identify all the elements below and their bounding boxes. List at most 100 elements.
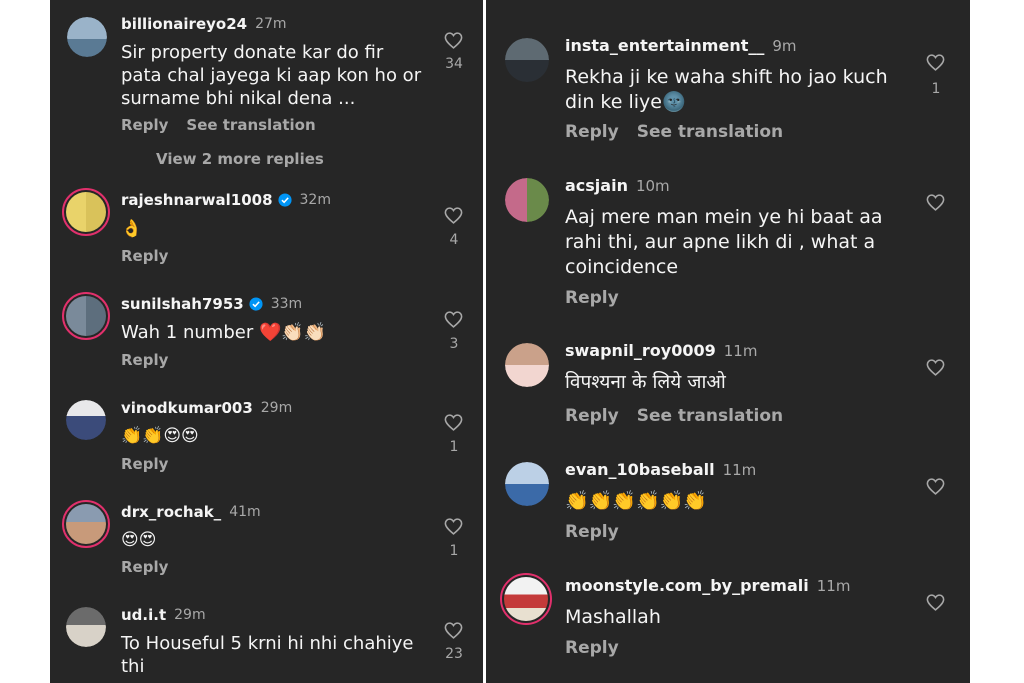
reply-button[interactable]: Reply [121, 558, 168, 576]
username[interactable]: insta_entertainment__ [565, 36, 764, 55]
comment-header: insta_entertainment__ 9m [565, 36, 797, 55]
like-count: 3 [449, 336, 459, 352]
comment-text: Mashallah [565, 606, 661, 628]
comment-text: To Houseful 5 krni hi nhi chahiye thi [121, 633, 414, 677]
like-count: 1 [449, 439, 459, 455]
comment-header: billionaireyo24 27m [121, 15, 287, 33]
reply-button[interactable]: Reply [121, 351, 168, 369]
like-count: 1 [931, 81, 941, 97]
comment-actions: Reply [121, 558, 168, 576]
comments-panel-left: billionaireyo24 27m Sir property donate … [50, 0, 483, 683]
timestamp: 33m [270, 296, 303, 312]
timestamp: 9m [772, 36, 797, 55]
avatar[interactable] [66, 607, 106, 647]
heart-outline-icon[interactable] [926, 594, 945, 611]
comment-header: vinodkumar003 29m [121, 399, 292, 417]
avatar[interactable] [505, 343, 549, 387]
comment-actions: Reply [121, 247, 168, 265]
heart-outline-icon[interactable] [444, 622, 463, 639]
reply-button[interactable]: Reply [121, 247, 168, 265]
verified-badge-icon [249, 297, 263, 311]
timestamp: 11m [816, 576, 851, 595]
comment-actions: Reply [565, 522, 619, 542]
comment-actions: Reply See translation [121, 116, 316, 134]
comment-actions: Reply See translation [565, 122, 783, 142]
username[interactable]: billionaireyo24 [121, 15, 247, 33]
see-translation-button[interactable]: See translation [637, 122, 783, 142]
comment-text: Aaj mere man mein ye hi baat aa rahi thi… [565, 206, 883, 278]
comment-actions: Reply [121, 455, 168, 473]
timestamp: 11m [723, 341, 758, 360]
comment-text: 👌 [121, 219, 143, 239]
see-translation-button[interactable]: See translation [637, 406, 783, 426]
username[interactable]: ud.i.t [121, 606, 166, 624]
username[interactable]: moonstyle.com_by_premali [565, 576, 809, 595]
username[interactable]: swapnil_roy0009 [565, 341, 716, 360]
avatar[interactable] [505, 38, 549, 82]
username[interactable]: drx_rochak_ [121, 503, 221, 521]
username[interactable]: acsjain [565, 176, 628, 195]
heart-outline-icon[interactable] [926, 194, 945, 211]
comment-header: moonstyle.com_by_premali 11m [565, 576, 850, 595]
heart-outline-icon[interactable] [444, 32, 463, 49]
comment-actions: Reply [121, 351, 168, 369]
like-count: 23 [445, 646, 463, 662]
heart-outline-icon[interactable] [926, 54, 945, 71]
username[interactable]: rajeshnarwal1008 [121, 191, 273, 209]
timestamp: 11m [722, 460, 757, 479]
heart-outline-icon[interactable] [926, 478, 945, 495]
heart-outline-icon[interactable] [444, 414, 463, 431]
comments-panel-right: insta_entertainment__ 9m Rekha ji ke wah… [486, 0, 970, 683]
timestamp: 27m [255, 16, 287, 32]
comment-text: विपश्यना के लिये जाओ [565, 371, 726, 393]
comment-actions: Reply [565, 638, 619, 658]
reply-button[interactable]: Reply [121, 455, 168, 473]
username[interactable]: evan_10baseball [565, 460, 715, 479]
comment-header: acsjain 10m [565, 176, 670, 195]
reply-button[interactable]: Reply [565, 122, 619, 142]
comment-text: Rekha ji ke waha shift ho jao kuch din k… [565, 66, 888, 113]
avatar[interactable] [66, 400, 106, 440]
comment-text: 👏👏😍😍 [121, 426, 199, 446]
comment-header: evan_10baseball 11m [565, 460, 756, 479]
avatar[interactable] [62, 292, 110, 340]
heart-outline-icon[interactable] [926, 359, 945, 376]
comment-text: Sir property donate kar do fir pata chal… [121, 42, 422, 109]
comment-actions: Reply [565, 288, 619, 308]
avatar[interactable] [62, 188, 110, 236]
comment-actions: Reply See translation [565, 406, 783, 426]
avatar[interactable] [500, 573, 552, 625]
like-count: 34 [445, 56, 463, 72]
like-count: 4 [449, 232, 459, 248]
heart-outline-icon[interactable] [444, 518, 463, 535]
timestamp: 32m [299, 192, 331, 208]
comment-text: Wah 1 number ❤️👏🏻👏🏻 [121, 322, 327, 343]
comment-header: drx_rochak_ 41m [121, 503, 261, 521]
comment-header: swapnil_roy0009 11m [565, 341, 757, 360]
comment-header: rajeshnarwal1008 32m [121, 191, 331, 209]
comment-header: ud.i.t 29m [121, 606, 206, 624]
comment-header: sunilshah7953 33m [121, 295, 302, 313]
avatar[interactable] [62, 500, 110, 548]
reply-button[interactable]: Reply [565, 638, 619, 658]
avatar[interactable] [505, 462, 549, 506]
reply-button[interactable]: Reply [565, 288, 619, 308]
reply-button[interactable]: Reply [121, 116, 168, 134]
timestamp: 41m [229, 504, 261, 520]
heart-outline-icon[interactable] [444, 207, 463, 224]
timestamp: 10m [635, 176, 670, 195]
reply-button[interactable]: Reply [565, 522, 619, 542]
timestamp: 29m [174, 607, 206, 623]
avatar[interactable] [505, 178, 549, 222]
view-replies-button[interactable]: View 2 more replies [156, 150, 324, 168]
see-translation-button[interactable]: See translation [186, 116, 315, 134]
comment-text: 👏👏👏👏👏👏 [565, 490, 707, 512]
verified-badge-icon [277, 193, 292, 207]
like-count: 1 [449, 543, 459, 559]
timestamp: 29m [260, 400, 293, 416]
username[interactable]: sunilshah7953 [121, 295, 244, 313]
reply-button[interactable]: Reply [565, 406, 619, 426]
heart-outline-icon[interactable] [444, 311, 463, 328]
avatar[interactable] [67, 17, 107, 57]
username[interactable]: vinodkumar003 [121, 399, 253, 417]
